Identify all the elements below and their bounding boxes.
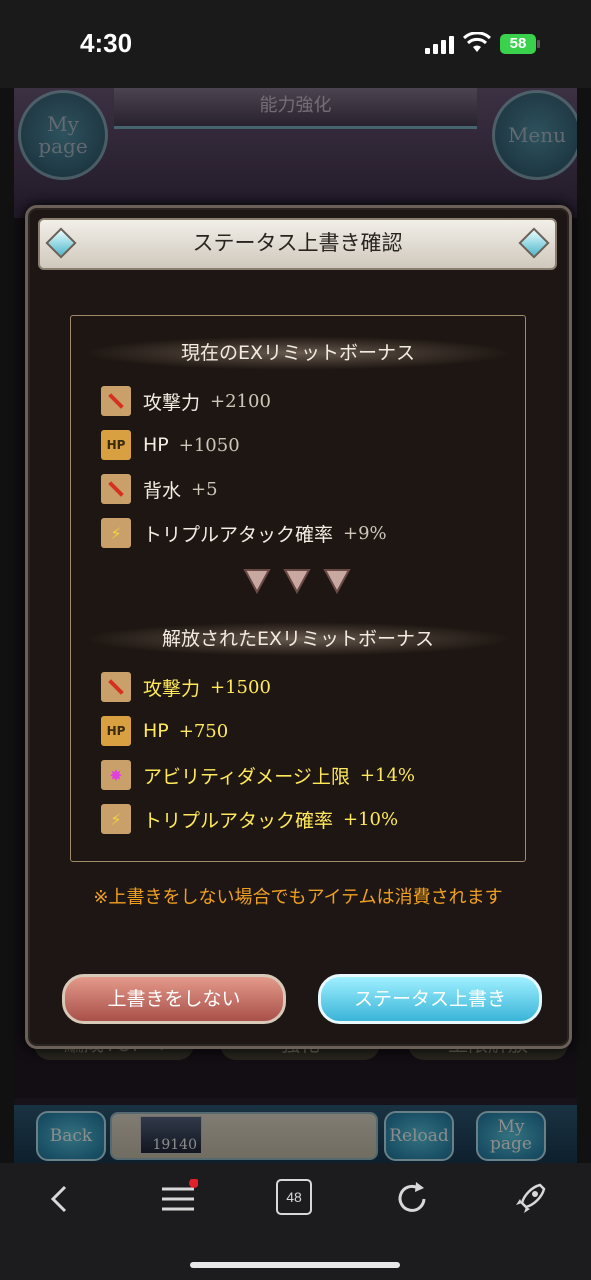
released-bonus-header: 解放されたEXリミットボーナス: [83, 622, 513, 656]
bonus-value: +14%: [359, 764, 416, 786]
cellular-signal-icon: [425, 36, 455, 54]
do-not-overwrite-button[interactable]: 上書きをしない: [62, 974, 286, 1024]
released-bonus-row: 攻撃力 +1500: [101, 672, 271, 702]
divider-diamonds-icon: [243, 569, 351, 595]
released-bonus-row: ✸ アビリティダメージ上限 +14%: [101, 760, 415, 790]
triple-attack-icon: ⚡: [101, 518, 131, 548]
battery-indicator: 58: [500, 34, 536, 54]
triple-attack-icon: ⚡: [101, 804, 131, 834]
bonus-value: +1500: [210, 676, 271, 698]
wifi-icon: [463, 32, 491, 52]
hp-icon: HP: [101, 716, 131, 746]
rocket-icon[interactable]: [510, 1179, 550, 1219]
current-bonus-row: 攻撃力 +2100: [101, 386, 271, 416]
attack-icon: [101, 474, 131, 504]
bonus-value: +1050: [178, 434, 240, 456]
released-bonus-row: HP HP +750: [101, 716, 228, 746]
current-bonus-row: ⚡ トリプルアタック確率 +9%: [101, 518, 387, 548]
current-bonus-header: 現在のEXリミットボーナス: [83, 336, 513, 370]
current-bonus-row: 背水 +5: [101, 474, 218, 504]
bonus-name: 攻撃力: [143, 677, 201, 700]
overwrite-status-button[interactable]: ステータス上書き: [318, 974, 542, 1024]
reload-icon[interactable]: [392, 1179, 432, 1219]
status-bar: 4:30 58: [0, 0, 591, 88]
overwrite-confirm-dialog: ステータス上書き確認 現在のEXリミットボーナス 攻撃力 +2100 HP HP…: [25, 205, 572, 1049]
dialog-title: ステータス上書き確認: [192, 231, 403, 255]
bonus-name: アビリティダメージ上限: [143, 765, 350, 788]
bonus-name: トリプルアタック確率: [143, 809, 334, 832]
hp-icon: HP: [101, 430, 131, 460]
bonus-value: +750: [178, 720, 229, 742]
consumption-warning: ※上書きをしない場合でもアイテムは消費されます: [93, 887, 503, 908]
attack-icon: [101, 672, 131, 702]
bonus-panel: 現在のEXリミットボーナス 攻撃力 +2100 HP HP +1050 背水 +…: [70, 315, 526, 862]
bonus-value: +10%: [343, 808, 399, 830]
bonus-name: HP: [143, 720, 169, 742]
menu-icon[interactable]: [158, 1179, 198, 1219]
dialog-header: ステータス上書き確認: [38, 218, 557, 270]
bonus-value: +2100: [210, 390, 271, 412]
home-indicator: [190, 1262, 400, 1268]
bonus-name: HP: [143, 434, 169, 456]
bonus-name: 攻撃力: [143, 391, 201, 414]
back-chevron-icon[interactable]: [40, 1179, 80, 1219]
bonus-name: トリプルアタック確率: [143, 523, 334, 546]
released-bonus-row: ⚡ トリプルアタック確率 +10%: [101, 804, 398, 834]
bonus-name: 背水: [143, 479, 182, 502]
tabs-count-button[interactable]: 48: [276, 1179, 312, 1215]
attack-icon: [101, 386, 131, 416]
ability-damage-icon: ✸: [101, 760, 131, 790]
battery-nub: [537, 40, 540, 48]
status-time: 4:30: [80, 28, 133, 58]
bonus-value: +9%: [343, 522, 387, 544]
current-bonus-row: HP HP +1050: [101, 430, 240, 460]
bonus-value: +5: [191, 478, 218, 500]
